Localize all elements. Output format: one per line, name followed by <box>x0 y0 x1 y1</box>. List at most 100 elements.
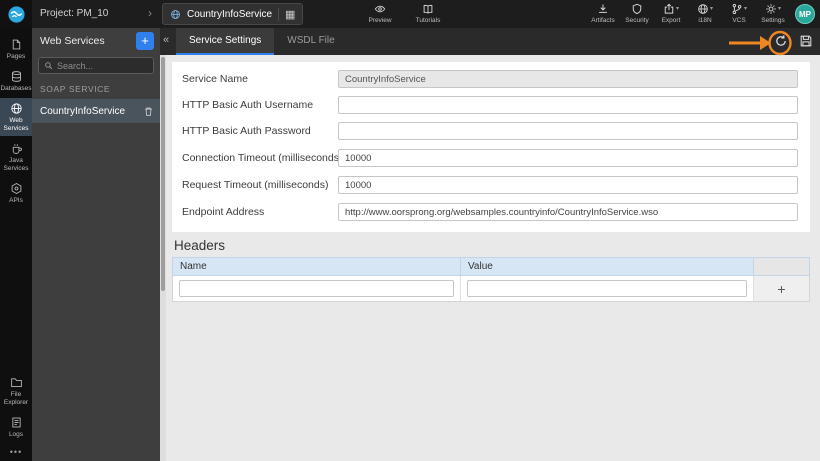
pages-icon <box>10 38 23 51</box>
i18n-button[interactable]: ▾ i18N <box>690 2 720 24</box>
active-service-chip[interactable]: CountryInfoService ▦ <box>162 3 304 25</box>
service-search-box <box>38 57 154 74</box>
tutorials-book-icon <box>422 2 434 15</box>
service-settings-form: Service Name HTTP Basic Auth Username HT… <box>172 62 810 232</box>
sidebar-item-file-explorer[interactable]: File Explorer <box>0 372 32 410</box>
security-label: Security <box>625 17 649 24</box>
field-label: Service Name <box>182 73 248 85</box>
hexagon-api-icon <box>10 182 23 195</box>
artifacts-button[interactable]: Artifacts <box>588 2 618 24</box>
wavemaker-logo-icon <box>7 5 26 24</box>
preview-label: Preview <box>368 17 392 24</box>
vcs-branch-icon <box>731 3 743 15</box>
user-avatar[interactable]: MP <box>795 4 815 24</box>
sidebar-item-databases[interactable]: Databases <box>0 66 32 96</box>
coffee-cup-icon <box>10 142 23 155</box>
field-label: Request Timeout (milliseconds) <box>182 179 329 191</box>
add-header-row-button[interactable]: + <box>777 282 785 296</box>
headers-table-row: + <box>172 276 810 302</box>
globe-icon <box>10 102 23 115</box>
service-list-item[interactable]: CountryInfoService <box>32 99 160 123</box>
settings-label: Settings <box>761 17 785 24</box>
column-header-actions <box>754 258 809 275</box>
search-icon <box>44 61 53 70</box>
project-label: Project: PM_10 <box>40 8 109 19</box>
headers-table: Name Value + <box>172 257 810 302</box>
sidebar-item-apis[interactable]: APIs <box>0 178 32 208</box>
topbar-center-menu: Preview Tutorials <box>365 2 443 24</box>
service-tab-bar: « Service Settings WSDL File <box>160 28 820 55</box>
header-name-input[interactable] <box>179 280 454 297</box>
headers-table-header: Name Value <box>172 257 810 276</box>
chevron-down-icon: ▾ <box>675 6 679 12</box>
i18n-globe-icon <box>697 3 709 15</box>
settings-button[interactable]: ▾ Settings <box>758 2 788 24</box>
save-service-button[interactable] <box>798 33 814 49</box>
database-icon <box>10 70 23 83</box>
sidebar-item-pages[interactable]: Pages <box>0 34 32 64</box>
security-shield-icon <box>631 2 643 15</box>
field-label: HTTP Basic Auth Username <box>182 99 314 111</box>
app-window: Project: PM_10 › CountryInfoService ▦ Pr… <box>0 0 820 461</box>
scrollbar-thumb[interactable] <box>161 57 165 291</box>
vcs-button[interactable]: ▾ VCS <box>724 2 754 24</box>
search-input[interactable] <box>57 60 148 71</box>
i18n-label: i18N <box>698 17 712 24</box>
preview-button[interactable]: Preview <box>365 2 395 24</box>
delete-service-icon[interactable] <box>143 106 154 117</box>
vcs-label: VCS <box>732 17 746 24</box>
main-content: Service Name HTTP Basic Auth Username HT… <box>160 55 820 461</box>
column-header-value: Value <box>461 258 754 275</box>
service-globe-icon <box>170 9 181 20</box>
http-password-input[interactable] <box>338 122 798 140</box>
export-icon <box>663 3 675 15</box>
request-timeout-input[interactable] <box>338 176 798 194</box>
artifacts-download-icon <box>597 2 609 15</box>
tutorials-button[interactable]: Tutorials <box>413 2 443 24</box>
panel-title: Web Services <box>40 35 105 47</box>
left-rail: Pages Databases Web Services Java Servic… <box>0 28 32 461</box>
topbar-right-menu: Artifacts Security ▾ Export ▾ i18N ▾ VCS… <box>588 2 788 24</box>
tab-wsdl-file[interactable]: WSDL File <box>274 28 347 55</box>
preview-eye-icon <box>374 2 386 15</box>
http-username-input[interactable] <box>338 96 798 114</box>
add-service-button[interactable]: + <box>136 32 154 50</box>
active-service-name: CountryInfoService <box>187 8 273 20</box>
logs-document-icon <box>10 416 23 429</box>
chevron-down-icon: ▾ <box>743 6 747 12</box>
connection-timeout-input[interactable] <box>338 149 798 167</box>
vertical-scrollbar <box>160 55 166 461</box>
header-value-input[interactable] <box>467 280 747 297</box>
folder-icon <box>10 376 23 389</box>
sidebar-item-web-services[interactable]: Web Services <box>0 98 32 136</box>
apps-grid-icon[interactable]: ▦ <box>278 7 295 21</box>
field-label: Endpoint Address <box>182 206 265 218</box>
endpoint-address-input[interactable] <box>338 203 798 221</box>
refresh-icon <box>774 34 788 48</box>
app-logo[interactable] <box>0 0 32 28</box>
sidebar-item-logs[interactable]: Logs <box>0 412 32 442</box>
tab-service-settings[interactable]: Service Settings <box>176 28 275 55</box>
more-options-icon[interactable]: ••• <box>0 447 32 457</box>
column-header-name: Name <box>173 258 461 275</box>
collapse-panel-icon[interactable]: « <box>163 34 169 46</box>
reload-service-button[interactable] <box>773 33 789 49</box>
tutorials-label: Tutorials <box>415 17 441 24</box>
headers-section-title: Headers <box>174 238 226 253</box>
chevron-down-icon: ▾ <box>777 6 781 12</box>
settings-gear-icon <box>765 3 777 15</box>
service-name-input[interactable] <box>338 70 798 88</box>
save-floppy-icon <box>799 34 813 48</box>
service-item-name: CountryInfoService <box>40 105 126 117</box>
security-button[interactable]: Security <box>622 2 652 24</box>
chevron-down-icon: ▾ <box>709 6 713 12</box>
sidebar-item-java-services[interactable]: Java Services <box>0 138 32 176</box>
breadcrumb-chevron-icon: › <box>148 6 152 20</box>
artifacts-label: Artifacts <box>591 17 615 24</box>
section-label: SOAP SERVICE <box>40 84 111 94</box>
top-bar: Project: PM_10 › CountryInfoService ▦ Pr… <box>0 0 820 28</box>
field-label: Connection Timeout (milliseconds) <box>182 152 343 164</box>
export-label: Export <box>661 17 681 24</box>
field-label: HTTP Basic Auth Password <box>182 125 311 137</box>
export-button[interactable]: ▾ Export <box>656 2 686 24</box>
